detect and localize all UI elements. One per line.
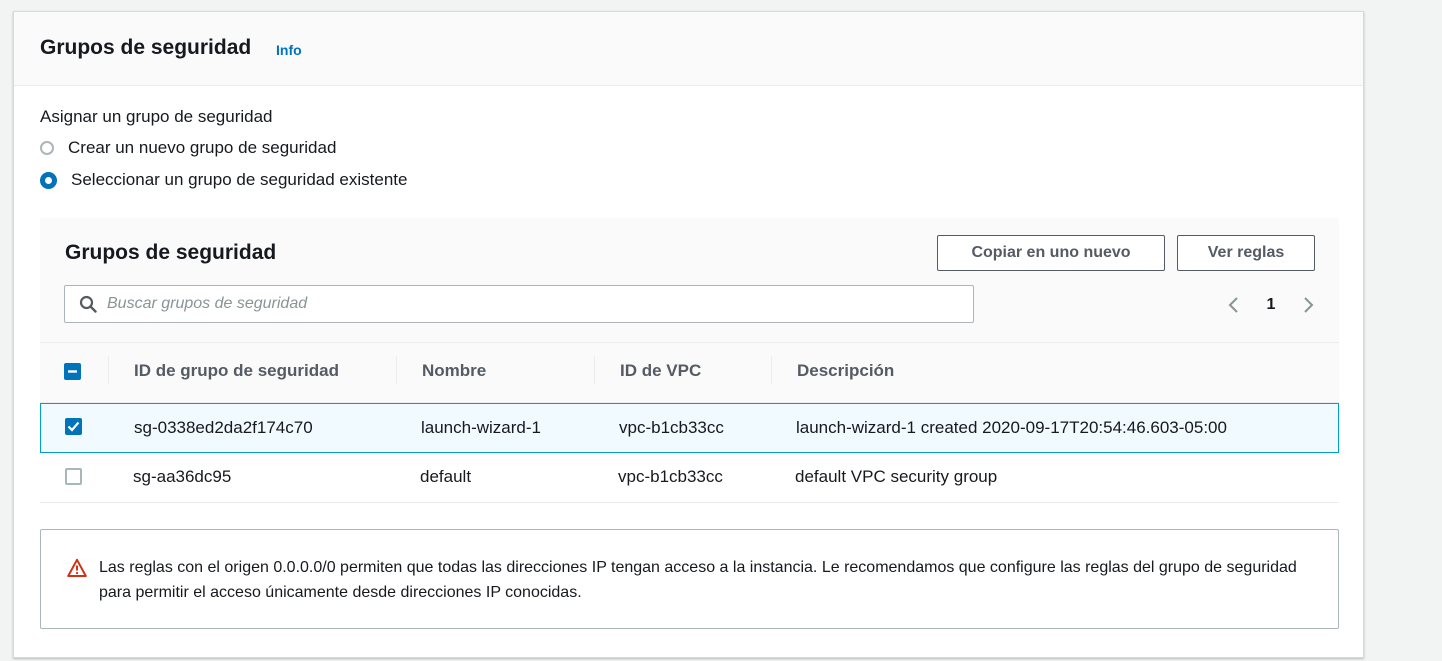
cell-vpc-id: vpc-b1cb33cc bbox=[619, 418, 724, 437]
row-checkbox-checked[interactable] bbox=[65, 418, 82, 435]
radio-button[interactable] bbox=[40, 141, 54, 155]
info-link[interactable]: Info bbox=[276, 42, 302, 58]
cell-name: launch-wizard-1 bbox=[421, 418, 541, 437]
column-header-description[interactable]: Descripción bbox=[797, 361, 894, 381]
view-rules-button[interactable]: Ver reglas bbox=[1177, 235, 1315, 271]
checkmark-icon bbox=[67, 421, 80, 432]
column-divider bbox=[771, 356, 772, 384]
page-number[interactable]: 1 bbox=[1245, 296, 1297, 314]
table-row[interactable]: sg-0338ed2da2f174c70 launch-wizard-1 vpc… bbox=[40, 403, 1339, 453]
table-row[interactable]: sg-aa36dc95 default vpc-b1cb33cc default… bbox=[40, 453, 1339, 503]
radio-label: Seleccionar un grupo de seguridad existe… bbox=[71, 170, 408, 189]
table-header: ID de grupo de seguridad Nombre ID de VP… bbox=[40, 342, 1339, 403]
column-header-name[interactable]: Nombre bbox=[422, 361, 486, 381]
pagination: 1 bbox=[1223, 292, 1319, 318]
column-header-security-group-id[interactable]: ID de grupo de seguridad bbox=[134, 361, 339, 381]
radio-button-checked[interactable] bbox=[40, 171, 57, 189]
warning-alert: Las reglas con el origen 0.0.0.0/0 permi… bbox=[40, 529, 1339, 629]
column-divider bbox=[396, 356, 397, 384]
chevron-left-icon[interactable] bbox=[1223, 294, 1245, 316]
cell-security-group-id: sg-0338ed2da2f174c70 bbox=[134, 418, 313, 437]
copy-to-new-button[interactable]: Copiar en uno nuevo bbox=[937, 235, 1165, 271]
cell-name: default bbox=[420, 467, 472, 486]
panel-header: Grupos de seguridad Info bbox=[14, 12, 1363, 86]
warning-triangle-icon bbox=[67, 558, 87, 577]
panel-title: Grupos de seguridad bbox=[40, 36, 252, 59]
cell-description: launch-wizard-1 created 2020-09-17T20:54… bbox=[796, 418, 1227, 437]
radio-select-existing[interactable]: Seleccionar un grupo de seguridad existe… bbox=[40, 168, 407, 192]
search-box bbox=[64, 285, 974, 323]
search-icon bbox=[79, 295, 97, 313]
column-divider bbox=[108, 356, 109, 384]
cell-description: default VPC security group bbox=[795, 467, 998, 486]
column-divider bbox=[594, 356, 595, 384]
table-title: Grupos de seguridad bbox=[65, 241, 277, 264]
security-groups-table-container: Grupos de seguridad Copiar en uno nuevo … bbox=[40, 218, 1339, 503]
radio-label: Crear un nuevo grupo de seguridad bbox=[68, 138, 337, 157]
column-header-vpc-id[interactable]: ID de VPC bbox=[620, 361, 701, 381]
radio-create-new[interactable]: Crear un nuevo grupo de seguridad bbox=[40, 136, 336, 160]
chevron-right-icon[interactable] bbox=[1297, 294, 1319, 316]
security-groups-panel: Grupos de seguridad Info Asignar un grup… bbox=[13, 11, 1364, 658]
minus-icon bbox=[68, 370, 77, 373]
warning-text: Las reglas con el origen 0.0.0.0/0 permi… bbox=[99, 559, 1297, 601]
cell-security-group-id: sg-aa36dc95 bbox=[133, 467, 232, 486]
cell-vpc-id: vpc-b1cb33cc bbox=[618, 467, 723, 486]
select-all-checkbox[interactable] bbox=[64, 363, 81, 380]
row-checkbox[interactable] bbox=[65, 468, 82, 485]
search-input[interactable] bbox=[107, 286, 957, 322]
assign-label: Asignar un grupo de seguridad bbox=[40, 107, 273, 126]
